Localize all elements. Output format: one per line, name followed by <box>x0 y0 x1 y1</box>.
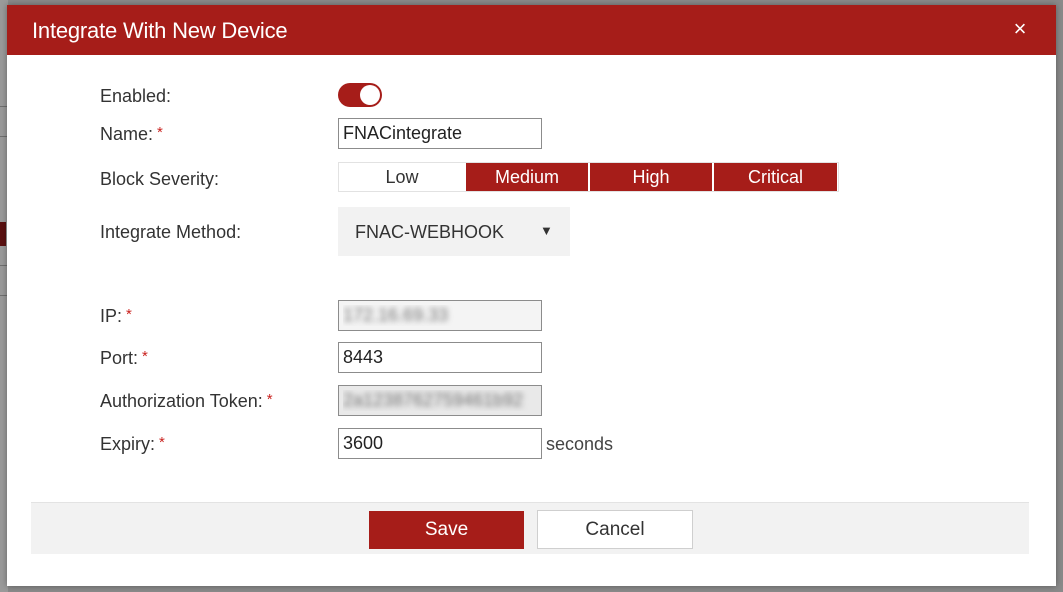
severity-high-button[interactable]: High <box>590 163 712 191</box>
expiry-input[interactable] <box>338 428 542 459</box>
name-input[interactable] <box>338 118 542 149</box>
ip-label: IP: * <box>100 306 132 327</box>
expiry-label: Expiry: * <box>100 434 165 455</box>
ip-input[interactable] <box>338 300 542 331</box>
block-severity-label-text: Block Severity: <box>100 169 220 189</box>
auth-token-label-text: Authorization Token: <box>100 391 263 411</box>
name-label: Name: * <box>100 124 163 145</box>
expiry-label-text: Expiry: <box>100 434 156 454</box>
port-input[interactable] <box>338 342 542 373</box>
integrate-method-label-text: Integrate Method: <box>100 222 242 242</box>
required-marker: * <box>142 348 148 365</box>
integrate-method-label: Integrate Method: <box>100 222 241 243</box>
required-marker: * <box>159 434 165 451</box>
dialog-footer: Save Cancel <box>31 502 1029 554</box>
integrate-device-dialog: Integrate With New Device × Enabled: Nam… <box>7 5 1056 586</box>
enabled-toggle[interactable] <box>338 83 382 107</box>
close-icon[interactable]: × <box>1010 18 1030 40</box>
dialog-header: Integrate With New Device × <box>7 5 1056 55</box>
caret-down-icon: ▼ <box>540 223 553 238</box>
severity-low-button[interactable]: Low <box>339 163 465 191</box>
name-label-text: Name: <box>100 124 154 144</box>
enabled-label: Enabled: <box>100 86 171 107</box>
dialog-title: Integrate With New Device <box>32 18 288 43</box>
enabled-label-text: Enabled: <box>100 86 172 106</box>
required-marker: * <box>126 306 132 323</box>
block-severity-label: Block Severity: <box>100 169 219 190</box>
expiry-unit: seconds <box>546 434 614 454</box>
port-label-text: Port: <box>100 348 139 368</box>
required-marker: * <box>266 391 273 408</box>
ip-label-text: IP: <box>100 306 123 326</box>
backdrop-mark <box>0 222 6 246</box>
integrate-method-select[interactable]: FNAC-WEBHOOK ▼ <box>338 207 570 256</box>
toggle-knob <box>360 85 380 105</box>
integrate-method-value: FNAC-WEBHOOK <box>355 222 505 242</box>
severity-critical-button[interactable]: Critical <box>714 163 837 191</box>
auth-token-label: Authorization Token: * <box>100 391 273 412</box>
required-marker: * <box>157 124 163 141</box>
severity-medium-button[interactable]: Medium <box>466 163 588 191</box>
save-button[interactable]: Save <box>369 511 524 549</box>
cancel-button[interactable]: Cancel <box>537 510 693 549</box>
port-label: Port: * <box>100 348 148 369</box>
auth-token-input[interactable] <box>338 385 542 416</box>
block-severity-selector: Low Medium High Critical <box>338 162 839 192</box>
